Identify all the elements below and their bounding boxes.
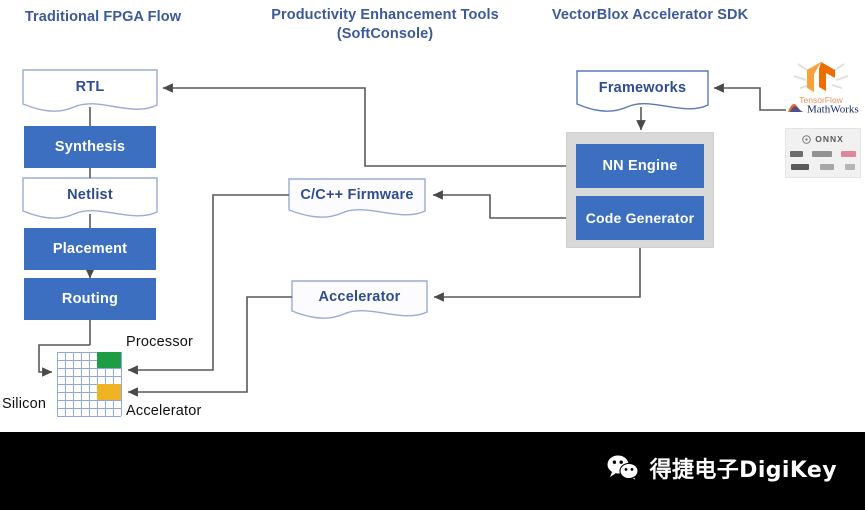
svg-text:MathWorks: MathWorks [807, 104, 859, 116]
onnx-mark-icon [802, 134, 811, 144]
watermark: 得捷电子DigiKey [606, 452, 837, 484]
connector-layer [22, 69, 786, 397]
document-shape-frameworks [576, 70, 709, 112]
watermark-bar: 得捷电子DigiKey [0, 432, 865, 510]
wechat-icon [607, 455, 639, 482]
chip-label-silicon: Silicon [2, 396, 47, 412]
connector-codegen-to-accelerator [433, 248, 641, 302]
document-shape-accelerator [291, 280, 428, 319]
silicon-chip-grid [57, 352, 122, 417]
onnx-wordmark: ONNX [815, 134, 844, 144]
mathworks-logo: MathWorks [788, 104, 859, 116]
watermark-text: 得捷电子DigiKey [649, 458, 837, 483]
chip-region-processor [97, 352, 121, 368]
flow-box-synthesis: Synthesis [24, 126, 156, 168]
onnx-logo: ONNX [785, 128, 861, 178]
document-shape-rtl [22, 69, 158, 112]
sdk-block-code-generator: Code Generator [576, 196, 704, 240]
connector-codegen-to-firmware [432, 190, 566, 219]
connector-nnengine-to-rtl [162, 83, 566, 167]
chip-label-processor: Processor [126, 334, 194, 350]
connector-logos-to-frameworks [713, 83, 786, 111]
flow-box-routing: Routing [24, 278, 156, 320]
chip-label-accelerator: Accelerator [126, 403, 202, 419]
sdk-block-nn-engine: NN Engine [576, 144, 704, 188]
flow-box-placement: Placement [24, 228, 156, 270]
document-shape-netlist [22, 177, 158, 219]
chip-region-accelerator [97, 384, 121, 400]
tensorflow-logo: TensorFlow [793, 62, 849, 105]
document-shape-c-firmware [288, 178, 426, 218]
